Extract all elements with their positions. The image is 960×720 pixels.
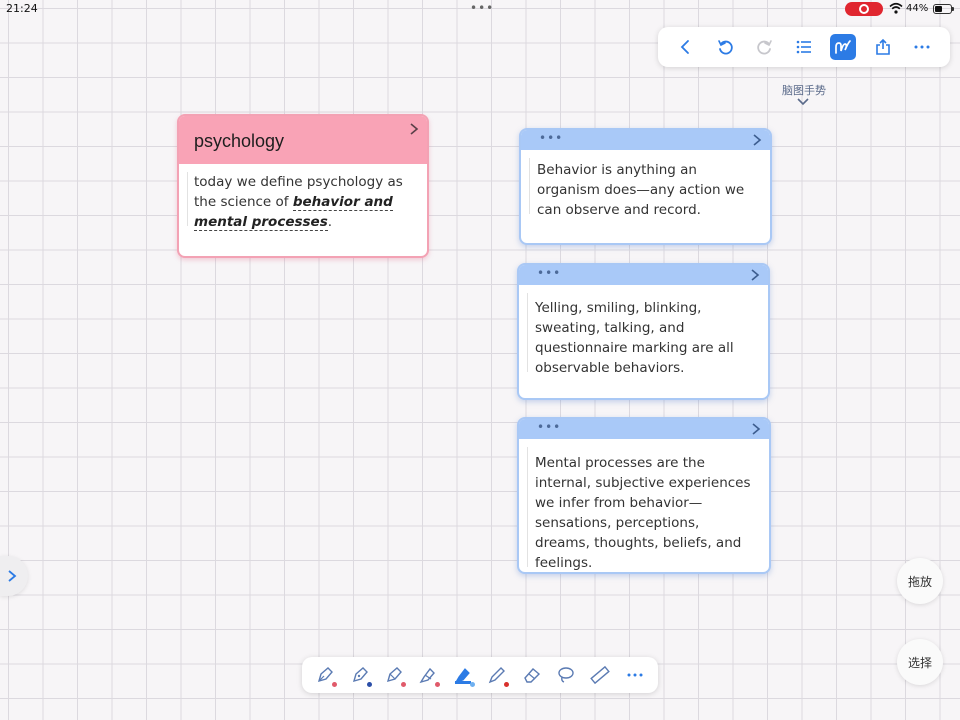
mindmap-gesture-button[interactable] [830, 34, 857, 60]
wifi-icon [889, 2, 903, 14]
card-header: ••• [521, 130, 770, 150]
status-bar: 21:24 ••• 44% [0, 0, 960, 18]
color-dot [332, 682, 338, 687]
card-body: Yelling, smiling, blinking, sweating, ta… [519, 285, 768, 378]
eraser-icon [523, 668, 540, 683]
drawing-toolbar [302, 657, 658, 693]
redo-icon [756, 40, 772, 55]
lasso-icon [558, 667, 574, 683]
mindmap-root-card[interactable]: psychology today we define psychology as… [177, 114, 429, 258]
fountain-pen-tool[interactable] [310, 660, 340, 690]
pen-tool[interactable] [379, 660, 409, 690]
battery-icon [933, 4, 954, 14]
top-toolbar [658, 27, 950, 67]
undo-button[interactable] [712, 34, 738, 60]
more-icon [914, 45, 930, 49]
drag-mode-button[interactable]: 拖放 [897, 558, 943, 604]
card-title: psychology [194, 131, 285, 151]
battery-percent: 44% [906, 3, 929, 14]
blue-highlighter-tool[interactable] [448, 660, 478, 690]
select-mode-button[interactable]: 选择 [897, 639, 943, 685]
list-icon [796, 40, 811, 54]
card-body: Behavior is anything an organism does—an… [521, 150, 770, 220]
multitasking-dots-icon[interactable]: ••• [470, 1, 494, 15]
card-header: ••• [519, 265, 768, 285]
more-icon [627, 673, 643, 677]
sidebar-toggle[interactable] [0, 556, 28, 596]
card-header: ••• [519, 419, 769, 439]
chevron-right-icon [8, 570, 17, 582]
share-icon [876, 38, 890, 55]
redo-button[interactable] [752, 34, 778, 60]
highlighter-tool[interactable] [413, 660, 443, 690]
card-body-suffix: . [327, 214, 333, 230]
color-dot [366, 682, 372, 687]
lasso-tool[interactable] [551, 660, 581, 690]
chevron-right-icon[interactable] [750, 269, 760, 281]
chevron-right-icon[interactable] [409, 123, 419, 135]
chevron-left-icon [680, 40, 689, 54]
card-body: Mental processes are the internal, subje… [519, 439, 769, 572]
chevron-right-icon[interactable] [751, 423, 761, 435]
color-dot [400, 682, 406, 687]
ruler-tool[interactable] [585, 660, 615, 690]
eraser-tool[interactable] [517, 660, 547, 690]
card-header: psychology [179, 116, 427, 164]
outline-list-button[interactable] [791, 34, 817, 60]
drag-handle-icon[interactable]: ••• [537, 420, 561, 434]
pencil-tool[interactable] [482, 660, 512, 690]
chevron-down-icon[interactable] [797, 97, 809, 107]
screen-recording-icon [845, 2, 883, 16]
mindmap-gesture-label: 脑图手势 [782, 84, 826, 97]
clock: 21:24 [6, 2, 38, 15]
mindmap-node-card[interactable]: ••• Yelling, smiling, blinking, sweating… [517, 263, 770, 400]
chevron-right-icon[interactable] [752, 134, 762, 146]
share-button[interactable] [870, 34, 896, 60]
card-body: today we define psychology as the scienc… [179, 164, 427, 232]
drag-handle-icon[interactable]: ••• [537, 266, 561, 280]
more-button[interactable] [909, 34, 935, 60]
ruler-icon [590, 665, 611, 685]
color-dot [504, 682, 510, 687]
color-dot [435, 682, 441, 687]
drag-handle-icon[interactable]: ••• [539, 131, 563, 145]
color-dot [469, 682, 475, 687]
toolbar-more-button[interactable] [620, 660, 650, 690]
undo-icon [718, 40, 733, 55]
mindmap-node-card[interactable]: ••• Behavior is anything an organism doe… [519, 128, 772, 245]
ballpoint-pen-tool[interactable] [345, 660, 375, 690]
back-button[interactable] [673, 34, 699, 60]
gesture-icon [835, 40, 852, 54]
mindmap-node-card[interactable]: ••• Mental processes are the internal, s… [517, 417, 771, 574]
